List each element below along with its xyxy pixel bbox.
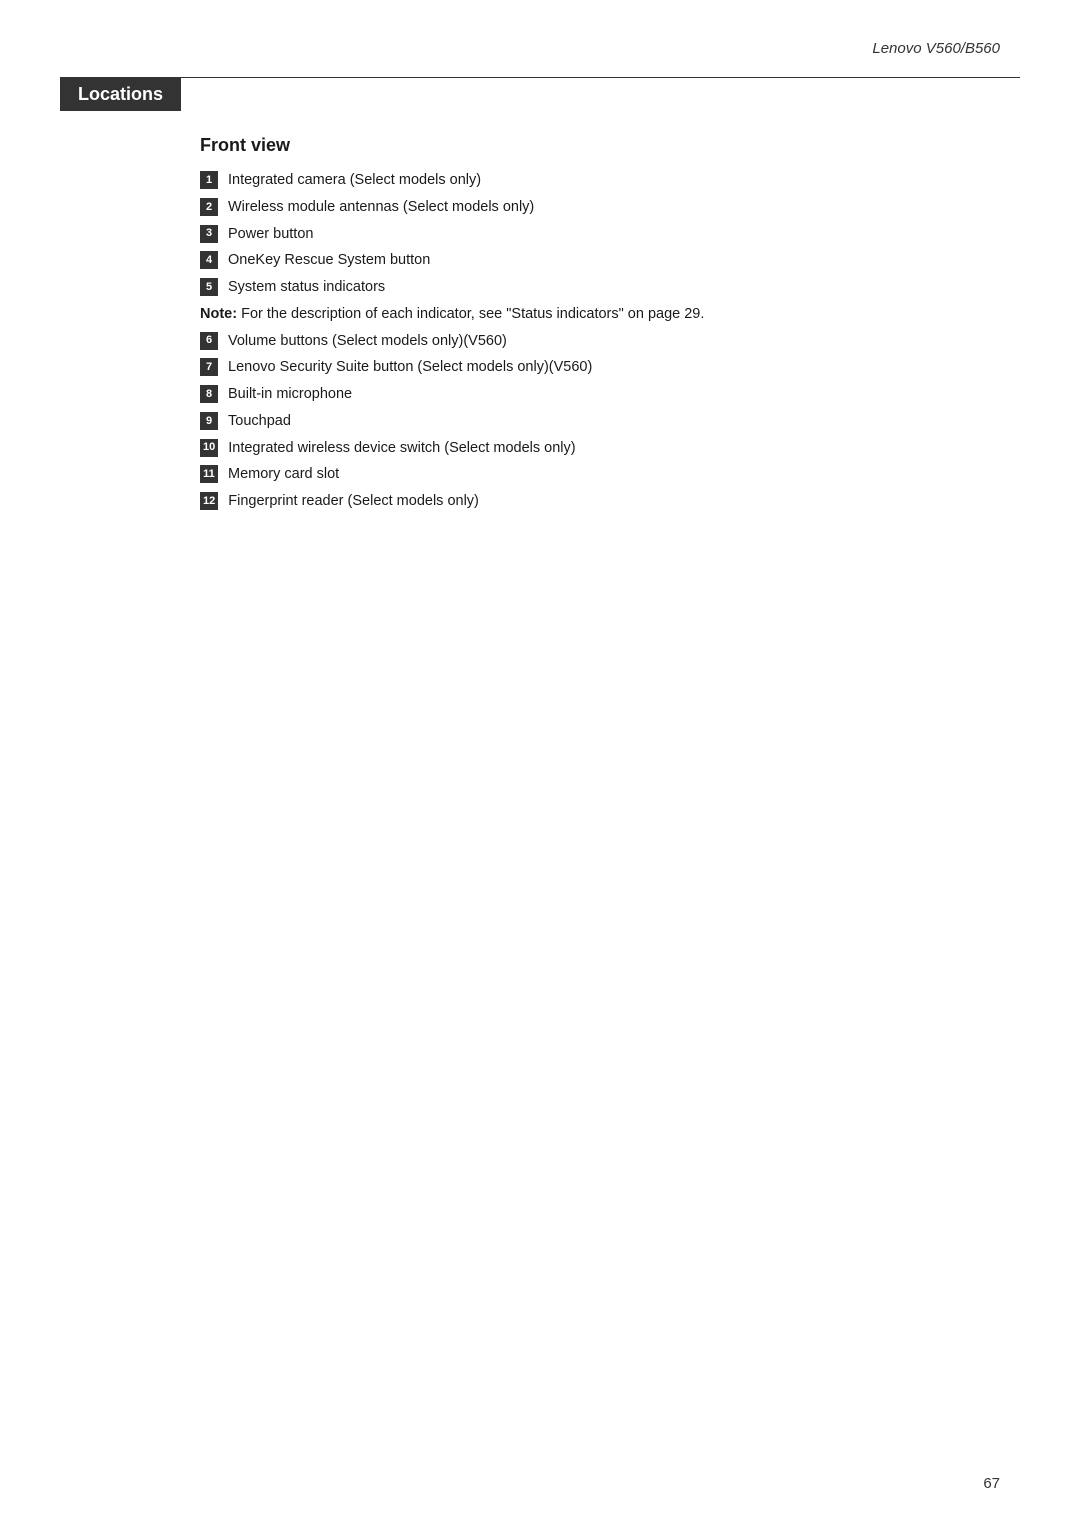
list-item: 2 Wireless module antennas (Select model…	[200, 197, 1080, 219]
list-item: 1 Integrated camera (Select models only)	[200, 170, 1080, 192]
item-text-4: OneKey Rescue System button	[228, 250, 430, 272]
badge-3: 3	[200, 225, 218, 243]
badge-6: 6	[200, 332, 218, 350]
badge-1: 1	[200, 171, 218, 189]
header-title: Lenovo V560/B560	[872, 40, 1000, 57]
badge-11: 11	[200, 465, 218, 483]
item-text-1: Integrated camera (Select models only)	[228, 170, 481, 192]
item-text-10: Integrated wireless device switch (Selec…	[228, 438, 575, 460]
badge-2: 2	[200, 198, 218, 216]
list-item: 9 Touchpad	[200, 411, 1080, 433]
note-text: Note: For the description of each indica…	[200, 304, 1080, 326]
front-view-list-part1: 1 Integrated camera (Select models only)…	[200, 170, 1080, 299]
item-text-6: Volume buttons (Select models only)(V560…	[228, 331, 507, 353]
list-item: 8 Built-in microphone	[200, 384, 1080, 406]
badge-10: 10	[200, 439, 218, 457]
item-text-7: Lenovo Security Suite button (Select mod…	[228, 357, 592, 379]
item-text-5: System status indicators	[228, 277, 385, 299]
item-text-11: Memory card slot	[228, 464, 339, 486]
item-text-9: Touchpad	[228, 411, 291, 433]
item-text-3: Power button	[228, 224, 313, 246]
list-item: 7 Lenovo Security Suite button (Select m…	[200, 357, 1080, 379]
list-item: 10 Integrated wireless device switch (Se…	[200, 438, 1080, 460]
sub-heading: Front view	[200, 135, 1080, 156]
page-number: 67	[983, 1475, 1000, 1492]
note-label: Note:	[200, 306, 237, 322]
item-text-8: Built-in microphone	[228, 384, 352, 406]
badge-5: 5	[200, 278, 218, 296]
list-item: 6 Volume buttons (Select models only)(V5…	[200, 331, 1080, 353]
badge-12: 12	[200, 492, 218, 510]
badge-8: 8	[200, 385, 218, 403]
note-content: For the description of each indicator, s…	[241, 306, 704, 322]
badge-7: 7	[200, 358, 218, 376]
list-item: 3 Power button	[200, 224, 1080, 246]
badge-9: 9	[200, 412, 218, 430]
list-item: 11 Memory card slot	[200, 464, 1080, 486]
list-item: 4 OneKey Rescue System button	[200, 250, 1080, 272]
item-text-12: Fingerprint reader (Select models only)	[228, 491, 479, 513]
section-heading: Locations	[60, 78, 181, 111]
list-item: 12 Fingerprint reader (Select models onl…	[200, 491, 1080, 513]
front-view-list-part2: 6 Volume buttons (Select models only)(V5…	[200, 331, 1080, 513]
list-item: 5 System status indicators	[200, 277, 1080, 299]
badge-4: 4	[200, 251, 218, 269]
item-text-2: Wireless module antennas (Select models …	[228, 197, 534, 219]
